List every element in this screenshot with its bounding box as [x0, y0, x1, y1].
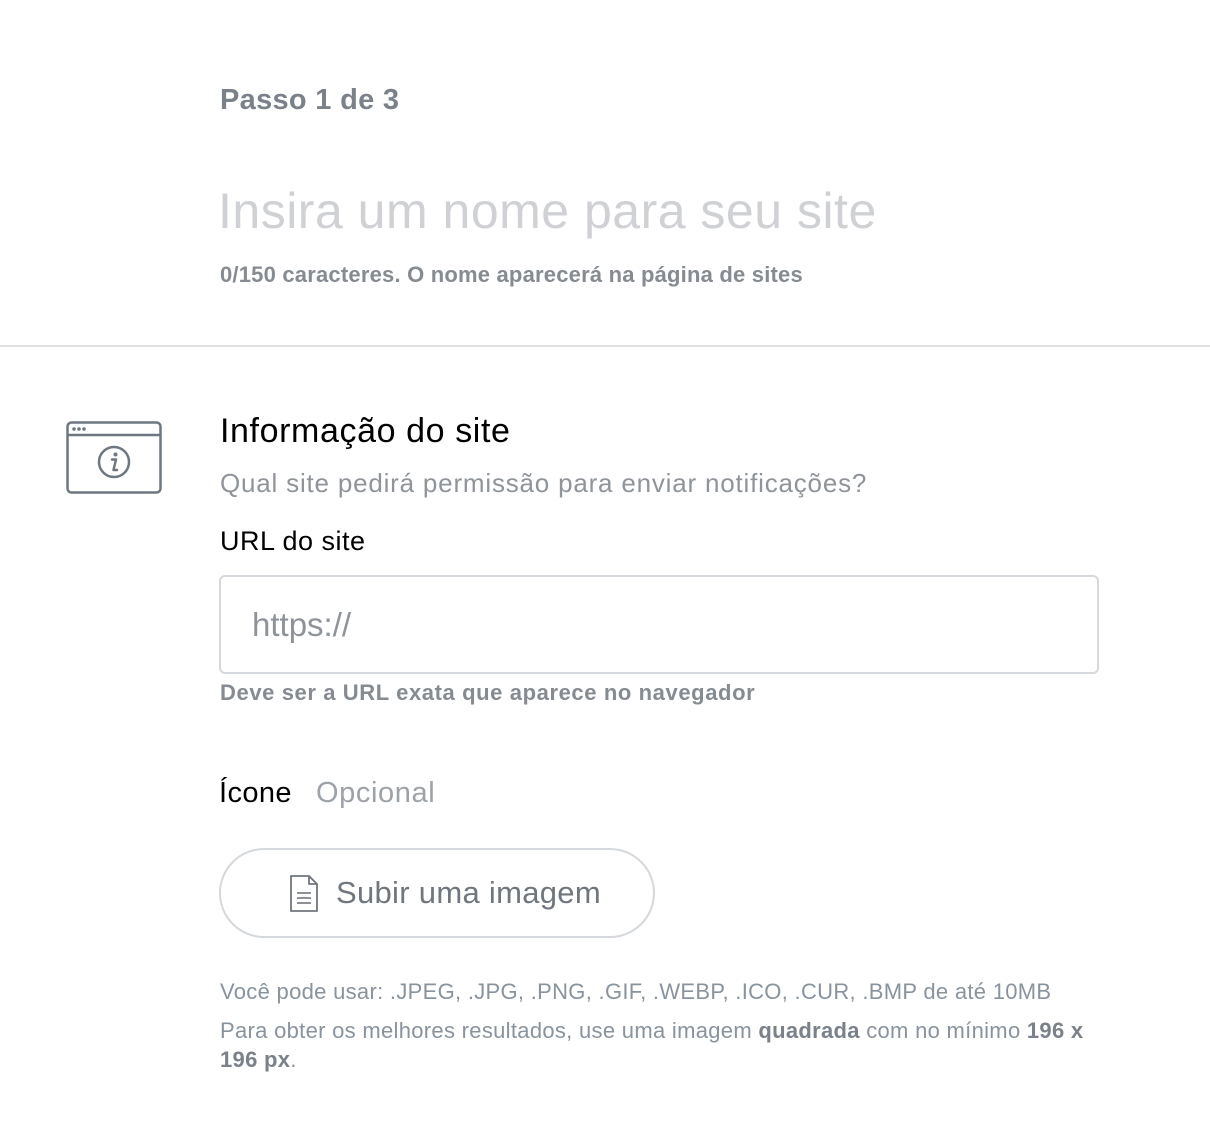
optional-label: Opcional: [316, 777, 436, 809]
best-results-text: Para obter os melhores resultados, use u…: [220, 1016, 1120, 1074]
site-name-hint: 0/150 caracteres. O nome aparecerá na pá…: [220, 262, 803, 287]
accepted-formats-text: Você pode usar: .JPEG, .JPG, .PNG, .GIF,…: [220, 979, 1052, 1004]
site-info-subtitle: Qual site pedirá permissão para enviar n…: [220, 468, 868, 498]
url-input[interactable]: [219, 575, 1099, 674]
icon-label: Ícone: [219, 777, 292, 809]
step-indicator: Passo 1 de 3: [220, 84, 400, 116]
browser-info-icon: [66, 421, 162, 494]
site-name-input[interactable]: [216, 178, 1118, 244]
best-results-suffix: .: [290, 1047, 297, 1072]
upload-button-label: Subir uma imagem: [336, 875, 601, 910]
site-info-title: Informação do site: [220, 412, 511, 450]
upload-image-button[interactable]: Subir uma imagem: [219, 848, 655, 938]
url-label: URL do site: [220, 526, 366, 556]
url-hint: Deve ser a URL exata que aparece no nave…: [220, 680, 756, 705]
best-results-middle: com no mínimo: [859, 1018, 1027, 1043]
document-icon: [290, 875, 318, 912]
best-results-emphasis: quadrada: [758, 1018, 860, 1043]
best-results-prefix: Para obter os melhores resultados, use u…: [220, 1018, 759, 1043]
section-divider: [0, 345, 1210, 347]
